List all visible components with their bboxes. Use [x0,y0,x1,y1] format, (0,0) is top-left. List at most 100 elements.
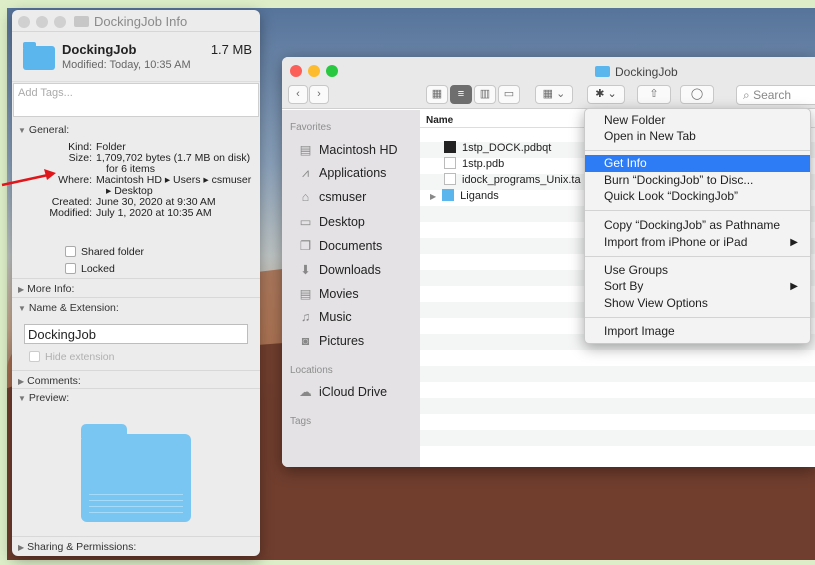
list-item[interactable]: idock_programs_Unix.ta [444,173,581,186]
disk-icon: ▤ [299,143,312,157]
tag-button[interactable]: ◯ [680,85,714,104]
disclosure-closed-icon[interactable]: ▶ [430,192,436,201]
more-info-section-header[interactable]: ▶ More Info: [12,283,260,295]
sidebar-item-csmuser[interactable]: ⌂ csmuser [298,190,367,204]
menu-item-import-iphone[interactable]: Import from iPhone or iPad ▶ [585,234,810,251]
menu-item-quick-look[interactable]: Quick Look “DockingJob” [585,188,810,205]
list-view-button[interactable]: ≡ [450,85,472,104]
item-size: 1.7 MB [210,42,252,57]
info-title-text: DockingJob Info [94,14,188,29]
sidebar-item-music[interactable]: ♫ Music [298,310,352,324]
pictures-icon: ◙ [301,334,310,348]
share-button[interactable]: ⇧ [637,85,671,104]
item-name: DockingJob [62,42,137,57]
preview-folder-icon [81,424,191,522]
finder-sidebar: Favorites ▤ Macintosh HD ⩘ Applications ⌂ c… [282,110,420,467]
sidebar-label: Applications [319,166,387,180]
icon-view-button[interactable]: ▦ [426,85,448,104]
close-button[interactable] [290,65,302,77]
applications-icon: ⩘ [301,166,310,180]
menu-item-sort-by[interactable]: Sort By ▶ [585,278,810,295]
menu-item-burn[interactable]: Burn “DockingJob” to Disc... [585,172,810,189]
finder-window-title: DockingJob [595,65,678,79]
minimize-button[interactable] [308,65,320,77]
file-name: idock_programs_Unix.ta [462,174,581,186]
back-button[interactable]: ‹ [288,85,308,104]
documents-icon: ❐ [299,239,312,253]
info-header: DockingJob 1.7 MB Modified: Today, 10:35… [12,32,260,82]
search-icon: ⌕ [743,88,754,102]
sidebar-item-applications[interactable]: ⩘ Applications [298,166,386,181]
menu-item-use-groups[interactable]: Use Groups [585,262,810,279]
sidebar-label: Music [319,310,352,324]
sidebar-item-documents[interactable]: ❐ Documents [298,238,382,253]
comments-section-header[interactable]: ▶ Comments: [12,375,260,387]
modified-value: July 1, 2020 at 10:35 AM [96,207,212,219]
desktop-icon: ▭ [299,215,312,229]
disclosure-closed-icon: ▶ [18,285,25,294]
action-gear-button[interactable]: ✱ ⌄ [587,85,625,104]
finder-title-text: DockingJob [615,65,678,79]
hide-extension-checkbox[interactable]: Hide extension [29,351,114,363]
menu-item-copy-pathname[interactable]: Copy “DockingJob” as Pathname [585,217,810,234]
gallery-view-button[interactable]: ▭ [498,85,520,104]
group-button[interactable]: ▦ ⌄ [535,85,573,104]
sidebar-item-downloads[interactable]: ⬇ Downloads [298,262,381,277]
locked-checkbox[interactable]: Locked [65,263,115,275]
disclosure-closed-icon: ▶ [18,377,25,386]
archive-icon [444,173,456,185]
submenu-arrow-icon: ▶ [790,281,798,292]
list-item[interactable]: ▶ Ligands [430,189,499,202]
sidebar-item-movies[interactable]: ▤ Movies [298,286,359,301]
search-field[interactable]: ⌕ Search [736,85,815,105]
shared-folder-checkbox[interactable]: Shared folder [65,246,144,258]
modified-label: Modified: [49,207,92,219]
sidebar-item-macintosh-hd[interactable]: ▤ Macintosh HD [298,142,398,157]
preview-section-header[interactable]: ▼ Preview: [12,392,260,404]
menu-item-new-folder[interactable]: New Folder [585,112,810,129]
shared-folder-label: Shared folder [81,246,145,258]
checkbox-icon [29,351,40,362]
sidebar-item-icloud-drive[interactable]: ☁ iCloud Drive [298,384,387,399]
menu-item-label: Import from iPhone or iPad [604,235,748,249]
sidebar-item-desktop[interactable]: ▭ Desktop [298,214,365,229]
locked-label: Locked [81,263,115,275]
menu-item-open-new-tab[interactable]: Open in New Tab [585,128,810,145]
close-button[interactable] [18,16,30,28]
sharing-section-header[interactable]: ▶ Sharing & Permissions: [12,541,260,553]
list-item[interactable]: 1stp_DOCK.pdbqt [444,141,551,154]
menu-item-show-view-options[interactable]: Show View Options [585,295,810,312]
document-icon [444,157,456,169]
zoom-button[interactable] [326,65,338,77]
forward-button[interactable]: › [309,85,329,104]
name-field[interactable]: DockingJob [24,324,248,344]
cloud-icon: ☁ [299,385,312,399]
column-view-button[interactable]: ▥ [474,85,496,104]
list-item[interactable]: 1stp.pdb [444,157,504,170]
item-modified: Modified: Today, 10:35 AM [62,59,191,71]
sharing-permissions-label: Sharing & Permissions: [27,541,137,553]
name-extension-section-header[interactable]: ▼ Name & Extension: [12,302,260,314]
tags-field[interactable]: Add Tags... [13,83,259,117]
general-section-header[interactable]: ▼ General: [12,124,260,136]
divider [12,536,260,537]
sidebar-item-pictures[interactable]: ◙ Pictures [298,334,364,348]
finder-toolbar: DockingJob ‹ › ▦ ≡ ▥ ▭ ▦ ⌄ ✱ ⌄ ⇧ ◯ ⌕ Sea… [282,57,815,109]
info-titlebar: DockingJob Info [12,10,260,32]
general-label: General: [28,124,70,136]
tags-header: Tags [290,416,312,427]
sidebar-label: Desktop [319,215,365,229]
preview-label: Preview: [28,392,70,404]
menu-separator [585,150,810,151]
sidebar-label: Macintosh HD [319,143,398,157]
minimize-button[interactable] [36,16,48,28]
disclosure-open-icon: ▼ [18,304,26,313]
menu-separator [585,210,810,211]
sidebar-label: Pictures [319,334,365,348]
sidebar-label: iCloud Drive [319,385,388,399]
zoom-button[interactable] [54,16,66,28]
more-info-label: More Info: [27,283,75,295]
menu-item-get-info[interactable]: Get Info [585,155,810,172]
menu-item-import-image[interactable]: Import Image [585,323,810,340]
menu-separator [585,256,810,257]
